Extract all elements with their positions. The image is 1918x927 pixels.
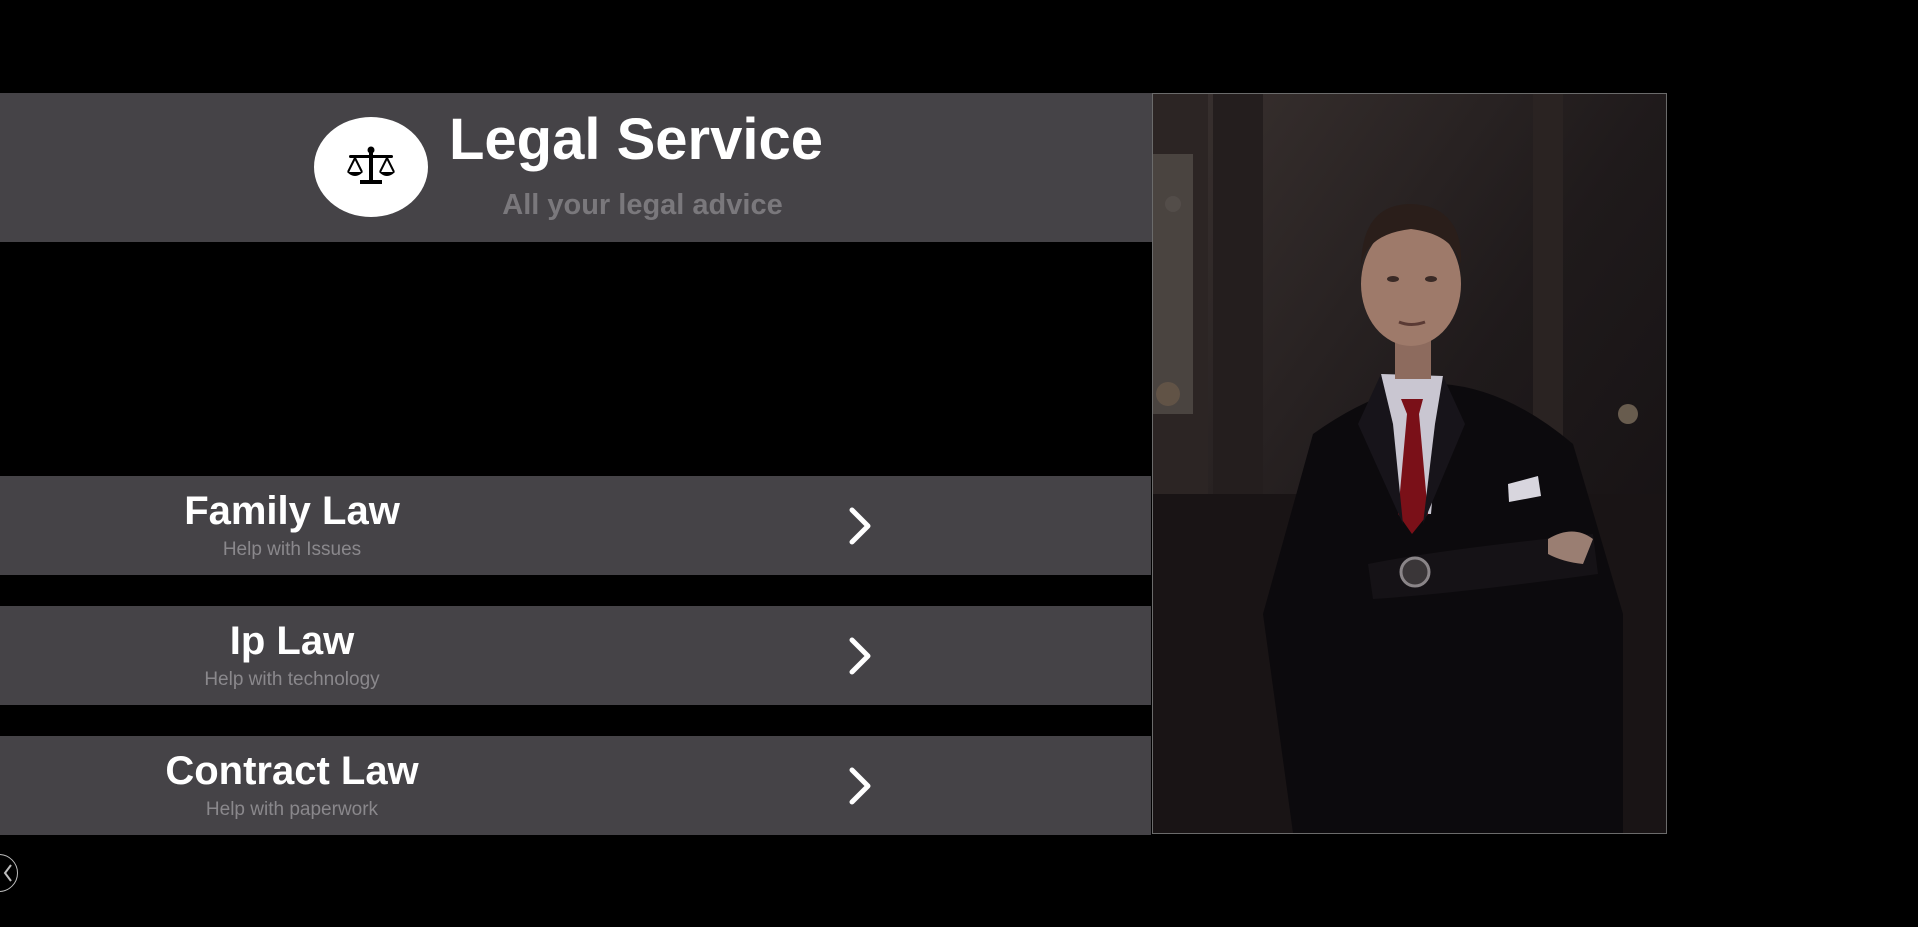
chevron-right-icon[interactable] xyxy=(845,766,875,806)
service-subtitle: Help with paperwork xyxy=(205,799,379,820)
service-item-ip-law[interactable]: Ip Law Help with technology xyxy=(0,606,1151,705)
service-title: Ip Law xyxy=(229,619,355,663)
back-button[interactable] xyxy=(0,854,18,892)
lawyer-photo xyxy=(1152,93,1667,834)
page-subtitle: All your legal advice xyxy=(502,189,783,221)
service-title: Contract Law xyxy=(165,749,419,793)
service-title: Family Law xyxy=(184,489,400,533)
service-item-contract-law[interactable]: Contract Law Help with paperwork xyxy=(0,736,1151,835)
chevron-left-icon xyxy=(3,864,12,882)
chevron-right-icon[interactable] xyxy=(845,506,875,546)
header-banner: Legal Service All your legal advice xyxy=(0,93,1152,242)
service-subtitle: Help with technology xyxy=(204,669,380,690)
page: Legal Service All your legal advice Fami… xyxy=(0,0,1918,927)
page-title: Legal Service xyxy=(449,107,823,172)
logo xyxy=(314,117,428,217)
chevron-right-icon[interactable] xyxy=(845,636,875,676)
scales-of-justice-icon xyxy=(347,146,395,184)
lawyer-portrait-image xyxy=(1153,94,1666,833)
service-item-family-law[interactable]: Family Law Help with Issues xyxy=(0,476,1151,575)
service-subtitle: Help with Issues xyxy=(222,539,362,560)
